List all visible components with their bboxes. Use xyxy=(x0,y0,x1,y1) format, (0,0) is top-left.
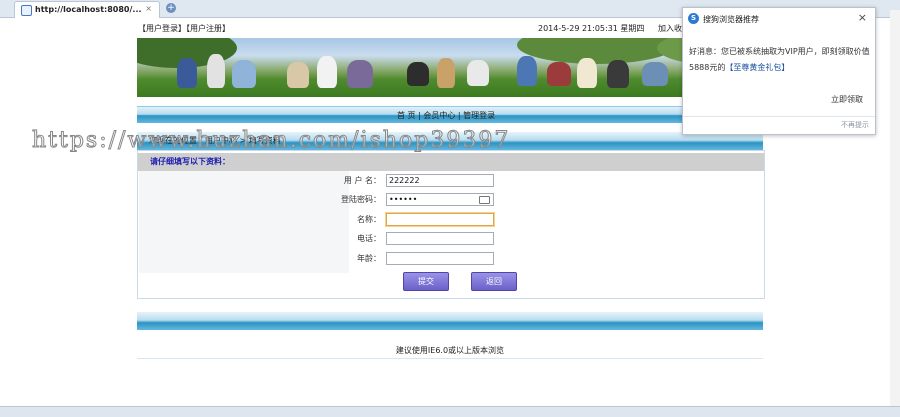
banner-image xyxy=(137,38,763,97)
phone-label: 电话： xyxy=(357,234,381,243)
password-value: •••••• xyxy=(389,195,418,204)
browser-status-bar xyxy=(0,406,900,417)
form-row-username: 用 户 名： 222222 xyxy=(138,174,764,188)
keyboard-icon[interactable] xyxy=(479,196,490,204)
right-scroll-area xyxy=(890,10,900,406)
add-favorite-link[interactable]: 加入收 xyxy=(658,23,682,34)
footer-note: 建议使用IE6.0或以上版本浏览 xyxy=(395,346,505,355)
claim-now-link[interactable]: 立即领取 xyxy=(831,94,863,105)
tab-title: http://localhost:8080/... xyxy=(35,5,142,14)
form-row-password: 登陆密码： •••••• xyxy=(138,193,764,207)
tab-close-icon[interactable]: × xyxy=(145,4,152,13)
new-tab-button[interactable]: + xyxy=(166,3,176,13)
browser-recommend-popup: S 搜狗浏览器推荐 × 好消息：您已被系统抽取为VIP用户，即刻领取价值5888… xyxy=(682,7,876,135)
popup-message: 好消息：您已被系统抽取为VIP用户，即刻领取价值5888元的【至尊黄金礼包】 xyxy=(689,44,871,76)
footer-divider xyxy=(137,358,763,359)
popup-divider xyxy=(683,116,875,117)
age-label: 年龄： xyxy=(357,254,381,263)
form-row-phone: 电话： xyxy=(138,232,764,246)
name-input[interactable] xyxy=(386,213,494,226)
username-input[interactable]: 222222 xyxy=(386,174,494,187)
nav-separator: | xyxy=(455,111,464,120)
nav-admin-login[interactable]: 管理登录 xyxy=(463,111,495,120)
nav-member-center[interactable]: 会员中心 xyxy=(423,111,455,120)
date-time: 2014-5-29 21:05:31 星期四 xyxy=(538,24,645,33)
popup-title: 搜狗浏览器推荐 xyxy=(703,15,759,24)
form-heading-bar: 请仔细填写以下资料： xyxy=(138,153,764,171)
popup-message-highlight: 【至尊黄金礼包】 xyxy=(725,63,790,72)
sogou-logo-icon: S xyxy=(688,13,699,24)
watermark: https://www.huzhan.com/ishop39397 xyxy=(31,128,511,154)
popup-close-icon[interactable]: × xyxy=(858,11,867,24)
phone-input[interactable] xyxy=(386,232,494,245)
user-register-link[interactable]: 【用户注册】 xyxy=(186,24,230,33)
form-heading: 请仔细填写以下资料： xyxy=(150,157,230,166)
top-links: 【用户登录】【用户注册】 xyxy=(138,23,230,34)
footer-bar xyxy=(137,312,763,330)
form-row-name: 名称： xyxy=(138,213,764,227)
name-label: 名称： xyxy=(357,215,381,224)
main-nav: 首 页 | 会员中心 | 管理登录 xyxy=(137,106,763,123)
browser-tab[interactable]: http://localhost:8080/... × xyxy=(14,1,160,18)
nav-home[interactable]: 首 页 xyxy=(397,111,416,120)
user-login-link[interactable]: 【用户登录】 xyxy=(138,24,186,33)
username-label: 用 户 名： xyxy=(343,176,381,185)
top-line: 【用户登录】【用户注册】 2014-5-29 21:05:31 星期四 加入收 xyxy=(138,19,764,36)
registration-form: 请仔细填写以下资料： 用 户 名： 222222 登陆密码： •••••• 名称… xyxy=(137,150,765,299)
page-icon xyxy=(21,5,32,16)
form-row-age: 年龄： xyxy=(138,252,764,266)
back-button[interactable]: 返回 xyxy=(471,272,517,291)
no-more-reminder-link[interactable]: 不再提示 xyxy=(841,120,869,130)
submit-button[interactable]: 提交 xyxy=(403,272,449,291)
password-label: 登陆密码： xyxy=(341,195,381,204)
password-input[interactable]: •••••• xyxy=(386,193,494,206)
age-input[interactable] xyxy=(386,252,494,265)
